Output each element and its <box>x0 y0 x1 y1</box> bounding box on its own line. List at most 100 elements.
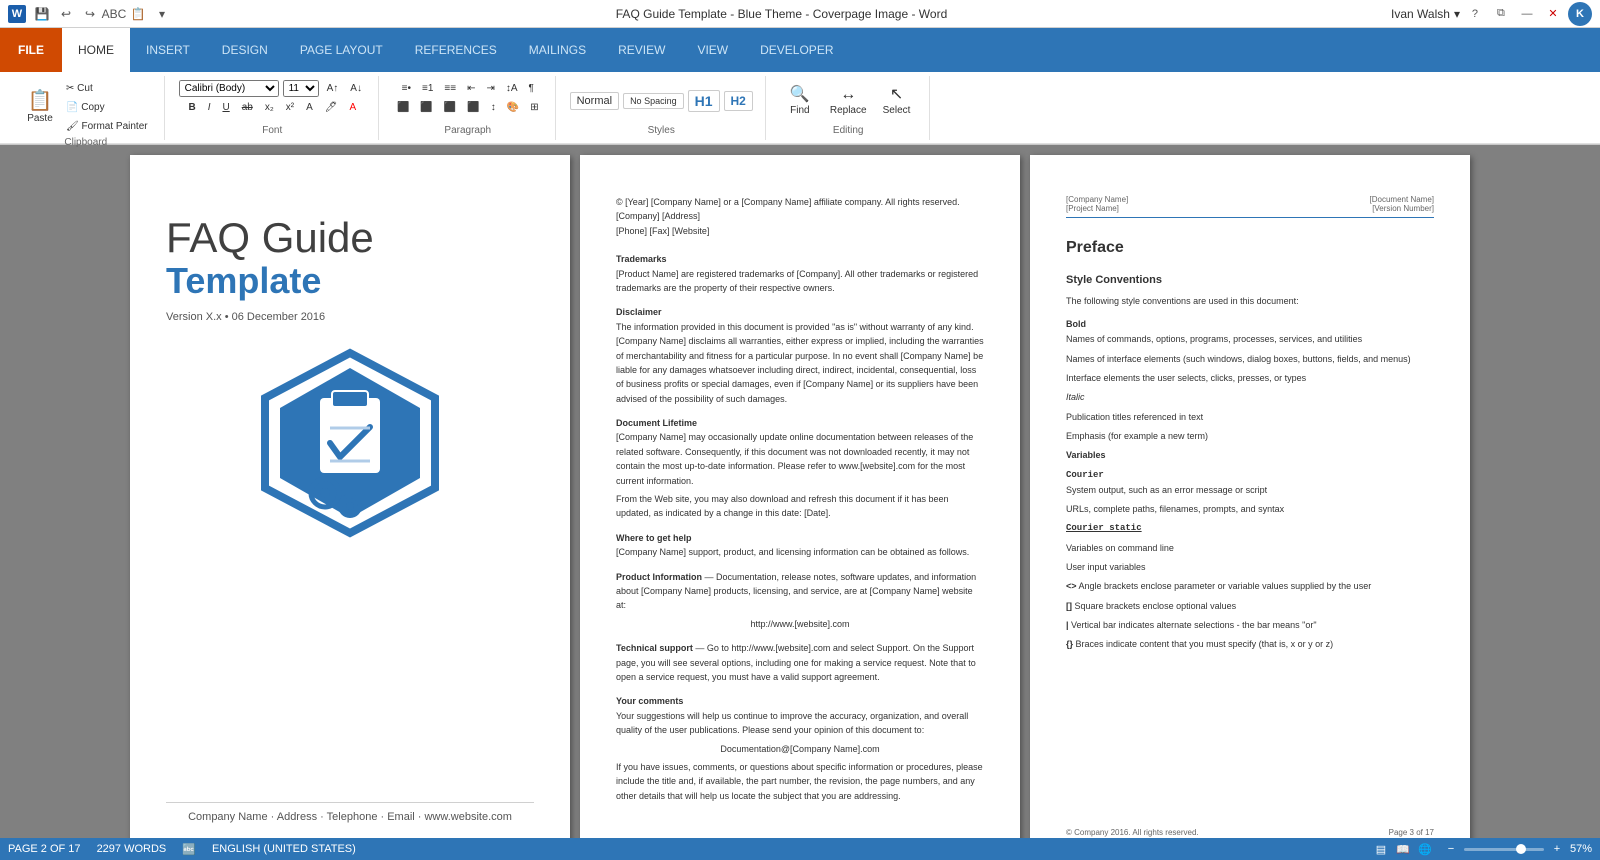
minimize-button[interactable]: — <box>1516 3 1538 25</box>
justify-button[interactable]: ⬛ <box>463 99 483 116</box>
tab-page-layout[interactable]: PAGE LAYOUT <box>284 28 399 72</box>
close-button[interactable]: ✕ <box>1542 3 1564 25</box>
font-family-select[interactable]: Calibri (Body) <box>179 80 279 97</box>
decrease-font-button[interactable]: A↓ <box>346 80 366 97</box>
help-button[interactable]: ? <box>1464 3 1486 25</box>
user-area[interactable]: Ivan Walsh ▾ <box>1391 7 1460 21</box>
style-courier-1: Courier System output, such as an error … <box>1066 468 1434 499</box>
style-italic: Italic <box>1066 390 1434 405</box>
copyright-line2: [Company] [Address] <box>616 209 984 223</box>
style-conventions-intro: The following style conventions are used… <box>1066 294 1434 309</box>
align-left-button[interactable]: ⬛ <box>393 99 413 116</box>
replace-button[interactable]: ↔Replace <box>824 83 873 120</box>
doc-lifetime-text2: From the Web site, you may also download… <box>616 492 984 521</box>
bullets-button[interactable]: ≡• <box>398 80 415 97</box>
show-marks-button[interactable]: ¶ <box>525 80 538 97</box>
zoom-level: 57% <box>1570 843 1592 855</box>
font-size-select[interactable]: 11 <box>283 80 319 97</box>
undo-button[interactable]: ↩ <box>56 4 76 24</box>
increase-indent-button[interactable]: ⇥ <box>482 80 498 97</box>
align-center-button[interactable]: ⬛ <box>416 99 436 116</box>
project-name-header: [Project Name] <box>1066 204 1128 213</box>
tab-developer[interactable]: DEVELOPER <box>744 28 849 72</box>
where-help-section: Where to get help [Company Name] support… <box>616 531 984 560</box>
style-courier-static: Courier static <box>1066 521 1434 536</box>
proofing-icon: 🔤 <box>182 843 196 856</box>
superscript-button[interactable]: x² <box>282 99 298 116</box>
increase-font-button[interactable]: A↑ <box>323 80 343 97</box>
select-button[interactable]: ↖Select <box>877 83 917 120</box>
italic-button[interactable]: I <box>204 99 215 116</box>
align-right-button[interactable]: ⬛ <box>440 99 460 116</box>
style-italic-pub: Publication titles referenced in text <box>1066 410 1434 425</box>
text-effects-button[interactable]: A <box>302 99 317 116</box>
ribbon: FILE HOME INSERT DESIGN PAGE LAYOUT REFE… <box>0 28 1600 145</box>
strikethrough-button[interactable]: ab <box>238 99 257 116</box>
bold-button[interactable]: B <box>184 99 199 116</box>
window-title: FAQ Guide Template - Blue Theme - Coverp… <box>616 7 948 21</box>
quick-access-dropdown[interactable]: ▾ <box>152 4 172 24</box>
shading-button[interactable]: 🎨 <box>503 99 523 116</box>
style-square-term: [] <box>1066 601 1072 611</box>
tab-mailings[interactable]: MAILINGS <box>513 28 602 72</box>
zoom-slider-track[interactable] <box>1464 848 1544 851</box>
copy-button[interactable]: 📄 Copy <box>62 99 152 116</box>
editing-label: Editing <box>833 125 864 136</box>
disclaimer-section: Disclaimer The information provided in t… <box>616 305 984 406</box>
print-layout-icon[interactable]: ▤ <box>1372 840 1390 858</box>
ribbon-group-font: Calibri (Body) 11 A↑ A↓ B I U ab x₂ x² A <box>167 76 379 140</box>
style-courier-desc2: URLs, complete paths, filenames, prompts… <box>1066 504 1284 514</box>
user-dropdown-icon: ▾ <box>1454 7 1460 21</box>
zoom-slider-thumb <box>1516 844 1526 854</box>
doc-lifetime-text: [Company Name] may occasionally update o… <box>616 430 984 488</box>
save-button[interactable]: 💾 <box>32 4 52 24</box>
decrease-indent-button[interactable]: ⇤ <box>463 80 479 97</box>
style-heading2[interactable]: H2 <box>724 91 753 111</box>
tab-insert[interactable]: INSERT <box>130 28 206 72</box>
style-var-cmdline: Variables on command line <box>1066 541 1434 556</box>
paste-button[interactable]: 📋Paste <box>20 87 60 128</box>
redo-button[interactable]: ↪ <box>80 4 100 24</box>
spelling-button[interactable]: ABC <box>104 4 124 24</box>
format-button[interactable]: 📋 <box>128 4 148 24</box>
restore-button[interactable]: ⧉ <box>1490 3 1512 25</box>
web-layout-icon[interactable]: 🌐 <box>1416 840 1434 858</box>
tab-file[interactable]: FILE <box>0 28 62 72</box>
style-bold-desc3: Interface elements the user selects, cli… <box>1066 373 1306 383</box>
style-conventions-title: Style Conventions <box>1066 271 1434 290</box>
tab-view[interactable]: VIEW <box>681 28 744 72</box>
sort-button[interactable]: ↕A <box>502 80 522 97</box>
cut-button[interactable]: ✂ Cut <box>62 80 152 97</box>
where-help-title: Where to get help <box>616 533 692 543</box>
style-italic-desc2: Emphasis (for example a new term) <box>1066 431 1208 441</box>
subscript-button[interactable]: x₂ <box>261 99 278 116</box>
multilevel-button[interactable]: ≡≡ <box>440 80 460 97</box>
find-button[interactable]: 🔍Find <box>780 83 820 120</box>
where-help-text: [Company Name] support, product, and lic… <box>616 545 984 559</box>
style-heading1[interactable]: H1 <box>688 90 720 112</box>
tab-design[interactable]: DESIGN <box>206 28 284 72</box>
underline-button[interactable]: U <box>218 99 233 116</box>
styles-label: Styles <box>648 125 675 136</box>
tab-review[interactable]: REVIEW <box>602 28 681 72</box>
zoom-out-button[interactable]: − <box>1442 840 1460 858</box>
quick-access-toolbar: 💾 ↩ ↪ ABC 📋 ▾ <box>32 4 172 24</box>
status-right: ▤ 📖 🌐 − + 57% <box>1372 840 1592 858</box>
disclaimer-title: Disclaimer <box>616 307 662 317</box>
tab-references[interactable]: REFERENCES <box>399 28 513 72</box>
font-color-button[interactable]: A <box>345 99 360 116</box>
disclaimer-text: The information provided in this documen… <box>616 320 984 406</box>
highlight-button[interactable]: 🖊 <box>321 99 342 116</box>
line-spacing-button[interactable]: ↕ <box>487 99 500 116</box>
numbering-button[interactable]: ≡1 <box>418 80 437 97</box>
style-no-spacing[interactable]: No Spacing <box>623 93 684 109</box>
tab-home[interactable]: HOME <box>62 28 130 72</box>
read-mode-icon[interactable]: 📖 <box>1394 840 1412 858</box>
copyright-line1: © [Year] [Company Name] or a [Company Na… <box>616 195 984 209</box>
style-normal[interactable]: Normal <box>570 92 619 110</box>
format-painter-button[interactable]: 🖌 Format Painter <box>62 118 152 135</box>
preface-title: Preface <box>1066 234 1434 261</box>
zoom-in-button[interactable]: + <box>1548 840 1566 858</box>
preface-header-right: [Document Name] [Version Number] <box>1370 195 1434 213</box>
borders-button[interactable]: ⊞ <box>526 99 542 116</box>
